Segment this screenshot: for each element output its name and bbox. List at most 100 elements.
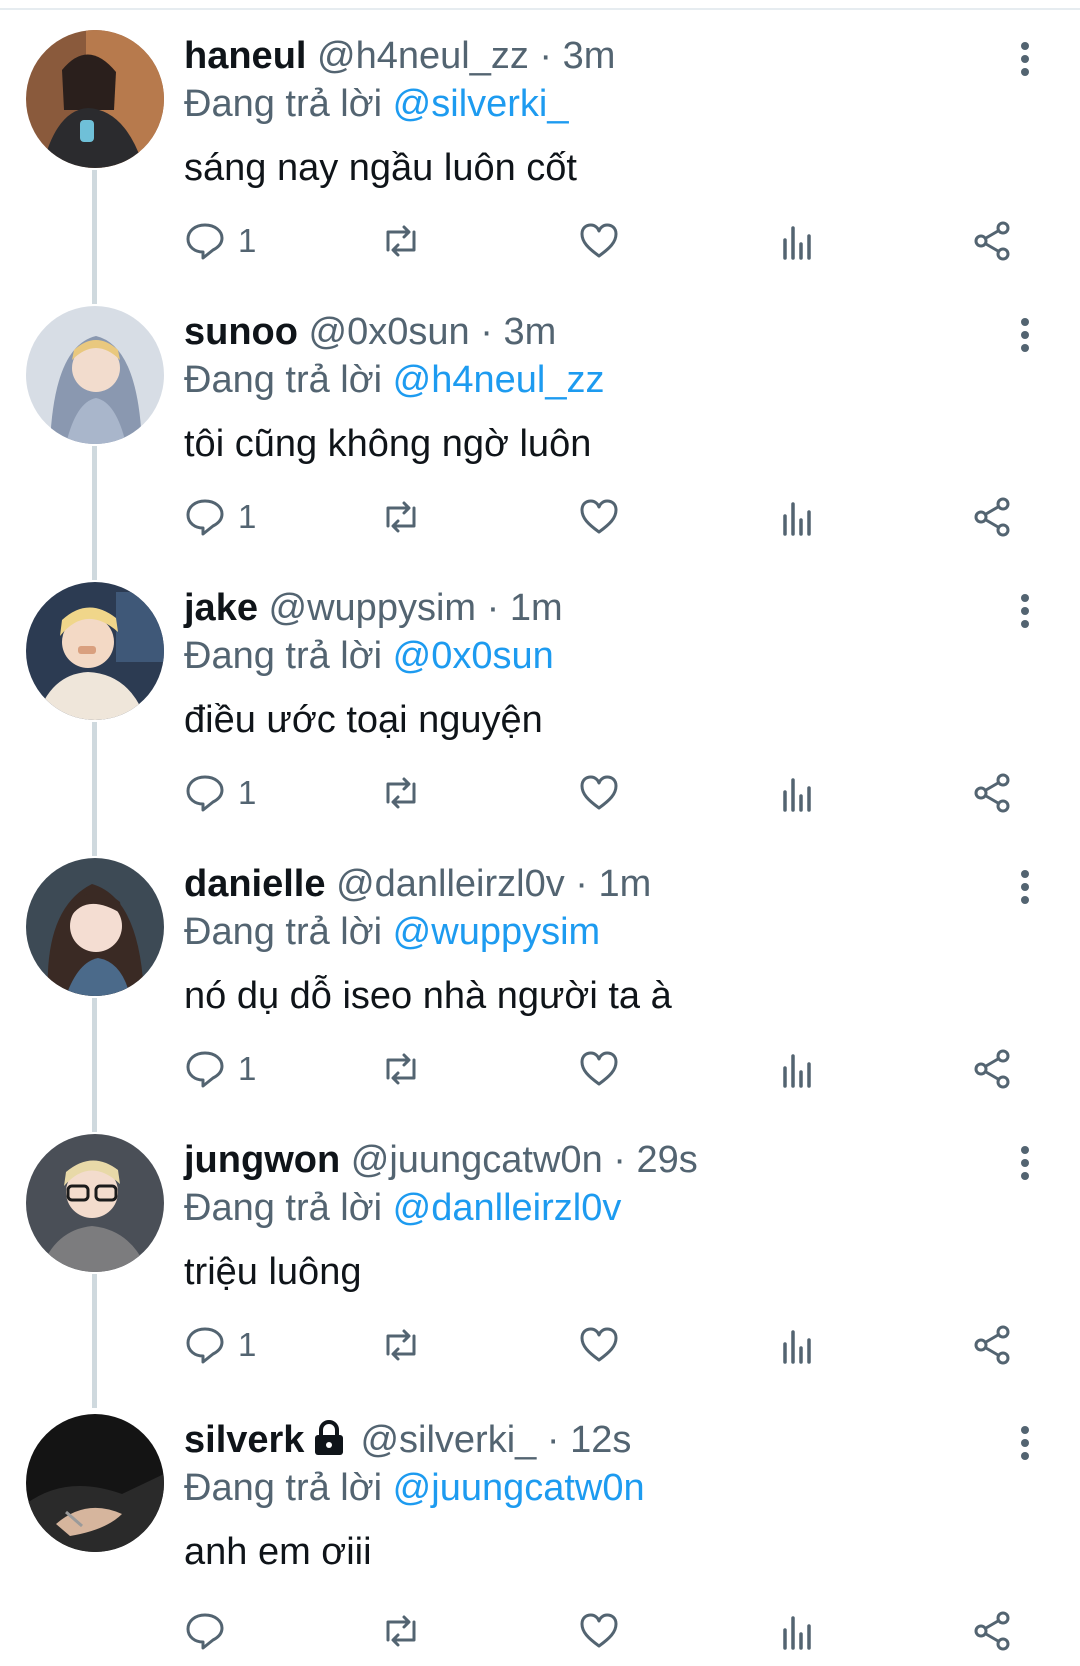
- retweet-button[interactable]: [380, 216, 422, 266]
- user-handle[interactable]: @wuppysim: [269, 587, 477, 629]
- reply-button[interactable]: 1: [184, 1044, 256, 1094]
- views-button[interactable]: [776, 1320, 818, 1370]
- tweet-text: nó dụ dỗ iseo nhà người ta à: [184, 975, 672, 1017]
- speech-bubble-icon: [186, 1051, 224, 1088]
- share-button[interactable]: [972, 1320, 1014, 1370]
- bar-chart-icon: [783, 1330, 811, 1364]
- reply-button[interactable]: 1: [184, 216, 256, 266]
- reply-item[interactable]: haneul @h4neul_zz · 3m Đang trả lời @sil…: [0, 0, 1080, 304]
- replying-to-line: Đang trả lời @h4neul_zz: [184, 352, 605, 408]
- reply-item[interactable]: sunoo @0x0sun · 3m Đang trả lời @h4neul_…: [0, 276, 1080, 580]
- replying-to-label: Đang trả lời: [184, 1467, 383, 1509]
- more-options-button[interactable]: [1010, 592, 1038, 632]
- display-name[interactable]: jungwon: [184, 1139, 340, 1181]
- display-name[interactable]: haneul: [184, 35, 306, 77]
- display-name[interactable]: jake: [184, 587, 258, 629]
- avatar[interactable]: [26, 1134, 164, 1272]
- like-button[interactable]: [578, 492, 620, 542]
- reply-item[interactable]: jungwon @juungcatw0n · 29s Đang trả lời …: [0, 1104, 1080, 1408]
- reply-item[interactable]: silverk @silverki_ · 12s Đang trả lời @ju…: [0, 1384, 1080, 1660]
- action-bar: 1: [0, 768, 1080, 818]
- lock-icon: [315, 1420, 344, 1455]
- like-button[interactable]: [578, 1606, 620, 1656]
- views-button[interactable]: [776, 768, 818, 818]
- retweet-icon: [386, 501, 416, 533]
- views-button[interactable]: [776, 216, 818, 266]
- reply-item[interactable]: jake @wuppysim · 1m Đang trả lời @0x0sun…: [0, 552, 1080, 856]
- user-handle[interactable]: @danlleirzl0v: [336, 863, 565, 905]
- more-options-button[interactable]: [1010, 868, 1038, 908]
- like-button[interactable]: [578, 1044, 620, 1094]
- bar-chart-icon: [783, 1616, 811, 1650]
- reply-count: 1: [238, 1326, 257, 1363]
- replying-to-mention[interactable]: @silverki_: [393, 83, 569, 125]
- action-bar: 1: [0, 1320, 1080, 1370]
- like-button[interactable]: [578, 1320, 620, 1370]
- retweet-button[interactable]: [380, 1044, 422, 1094]
- action-bar: 1: [0, 216, 1080, 266]
- replying-to-label: Đang trả lời: [184, 911, 383, 953]
- share-button[interactable]: [972, 492, 1014, 542]
- share-button[interactable]: [972, 768, 1014, 818]
- share-button[interactable]: [972, 1044, 1014, 1094]
- share-icon: [974, 221, 1010, 261]
- views-button[interactable]: [776, 1606, 818, 1656]
- display-name[interactable]: silverk: [184, 1419, 304, 1461]
- avatar[interactable]: [26, 306, 164, 444]
- replying-to-mention[interactable]: @h4neul_zz: [393, 359, 605, 401]
- reply-item[interactable]: danielle @danlleirzl0v · 1m Đang trả lời…: [0, 828, 1080, 1132]
- reply-button[interactable]: 1: [184, 492, 256, 542]
- more-options-button[interactable]: [1010, 40, 1038, 80]
- tweet-text: triệu luông: [184, 1251, 362, 1293]
- user-handle[interactable]: @0x0sun: [309, 311, 470, 353]
- more-options-button[interactable]: [1010, 1424, 1038, 1464]
- vertical-dots-icon: [1021, 1426, 1029, 1434]
- more-options-button[interactable]: [1010, 1144, 1038, 1184]
- avatar[interactable]: [26, 30, 164, 168]
- vertical-dots-icon: [1021, 318, 1029, 326]
- avatar[interactable]: [26, 1414, 164, 1552]
- retweet-button[interactable]: [380, 768, 422, 818]
- display-name[interactable]: sunoo: [184, 311, 298, 353]
- user-handle[interactable]: @juungcatw0n: [351, 1139, 603, 1181]
- separator-dot: ·: [575, 863, 588, 905]
- user-handle[interactable]: @h4neul_zz: [317, 35, 529, 77]
- more-options-button[interactable]: [1010, 316, 1038, 356]
- tweet-text: tôi cũng không ngờ luôn: [184, 423, 592, 465]
- timestamp[interactable]: 1m: [510, 587, 563, 629]
- action-bar: 1: [0, 1044, 1080, 1094]
- tweet-text: sáng nay ngầu luôn cốt: [184, 147, 577, 189]
- retweet-button[interactable]: [380, 492, 422, 542]
- views-button[interactable]: [776, 1044, 818, 1094]
- timestamp[interactable]: 3m: [563, 35, 616, 77]
- like-button[interactable]: [578, 768, 620, 818]
- heart-icon: [580, 775, 618, 810]
- reply-count: 1: [238, 498, 257, 535]
- separator-dot: ·: [613, 1139, 626, 1181]
- share-button[interactable]: [972, 216, 1014, 266]
- reply-button[interactable]: 1: [184, 1320, 256, 1370]
- views-button[interactable]: [776, 492, 818, 542]
- reply-button[interactable]: 1: [184, 768, 256, 818]
- share-button[interactable]: [972, 1606, 1014, 1656]
- replying-to-mention[interactable]: @juungcatw0n: [393, 1467, 645, 1509]
- reply-button[interactable]: [184, 1606, 238, 1656]
- like-button[interactable]: [578, 216, 620, 266]
- user-handle[interactable]: @silverki_: [360, 1419, 536, 1461]
- replying-to-mention[interactable]: @danlleirzl0v: [393, 1187, 622, 1229]
- avatar[interactable]: [26, 858, 164, 996]
- timestamp[interactable]: 29s: [637, 1139, 698, 1181]
- avatar[interactable]: [26, 582, 164, 720]
- display-name[interactable]: danielle: [184, 863, 326, 905]
- vertical-dots-icon: [1021, 42, 1029, 50]
- retweet-button[interactable]: [380, 1320, 422, 1370]
- share-icon: [974, 1325, 1010, 1365]
- bar-chart-icon: [783, 778, 811, 812]
- bar-chart-icon: [783, 502, 811, 536]
- timestamp[interactable]: 3m: [503, 311, 556, 353]
- replying-to-mention[interactable]: @0x0sun: [393, 635, 554, 677]
- timestamp[interactable]: 12s: [570, 1419, 631, 1461]
- retweet-button[interactable]: [380, 1606, 422, 1656]
- timestamp[interactable]: 1m: [599, 863, 652, 905]
- replying-to-mention[interactable]: @wuppysim: [393, 911, 601, 953]
